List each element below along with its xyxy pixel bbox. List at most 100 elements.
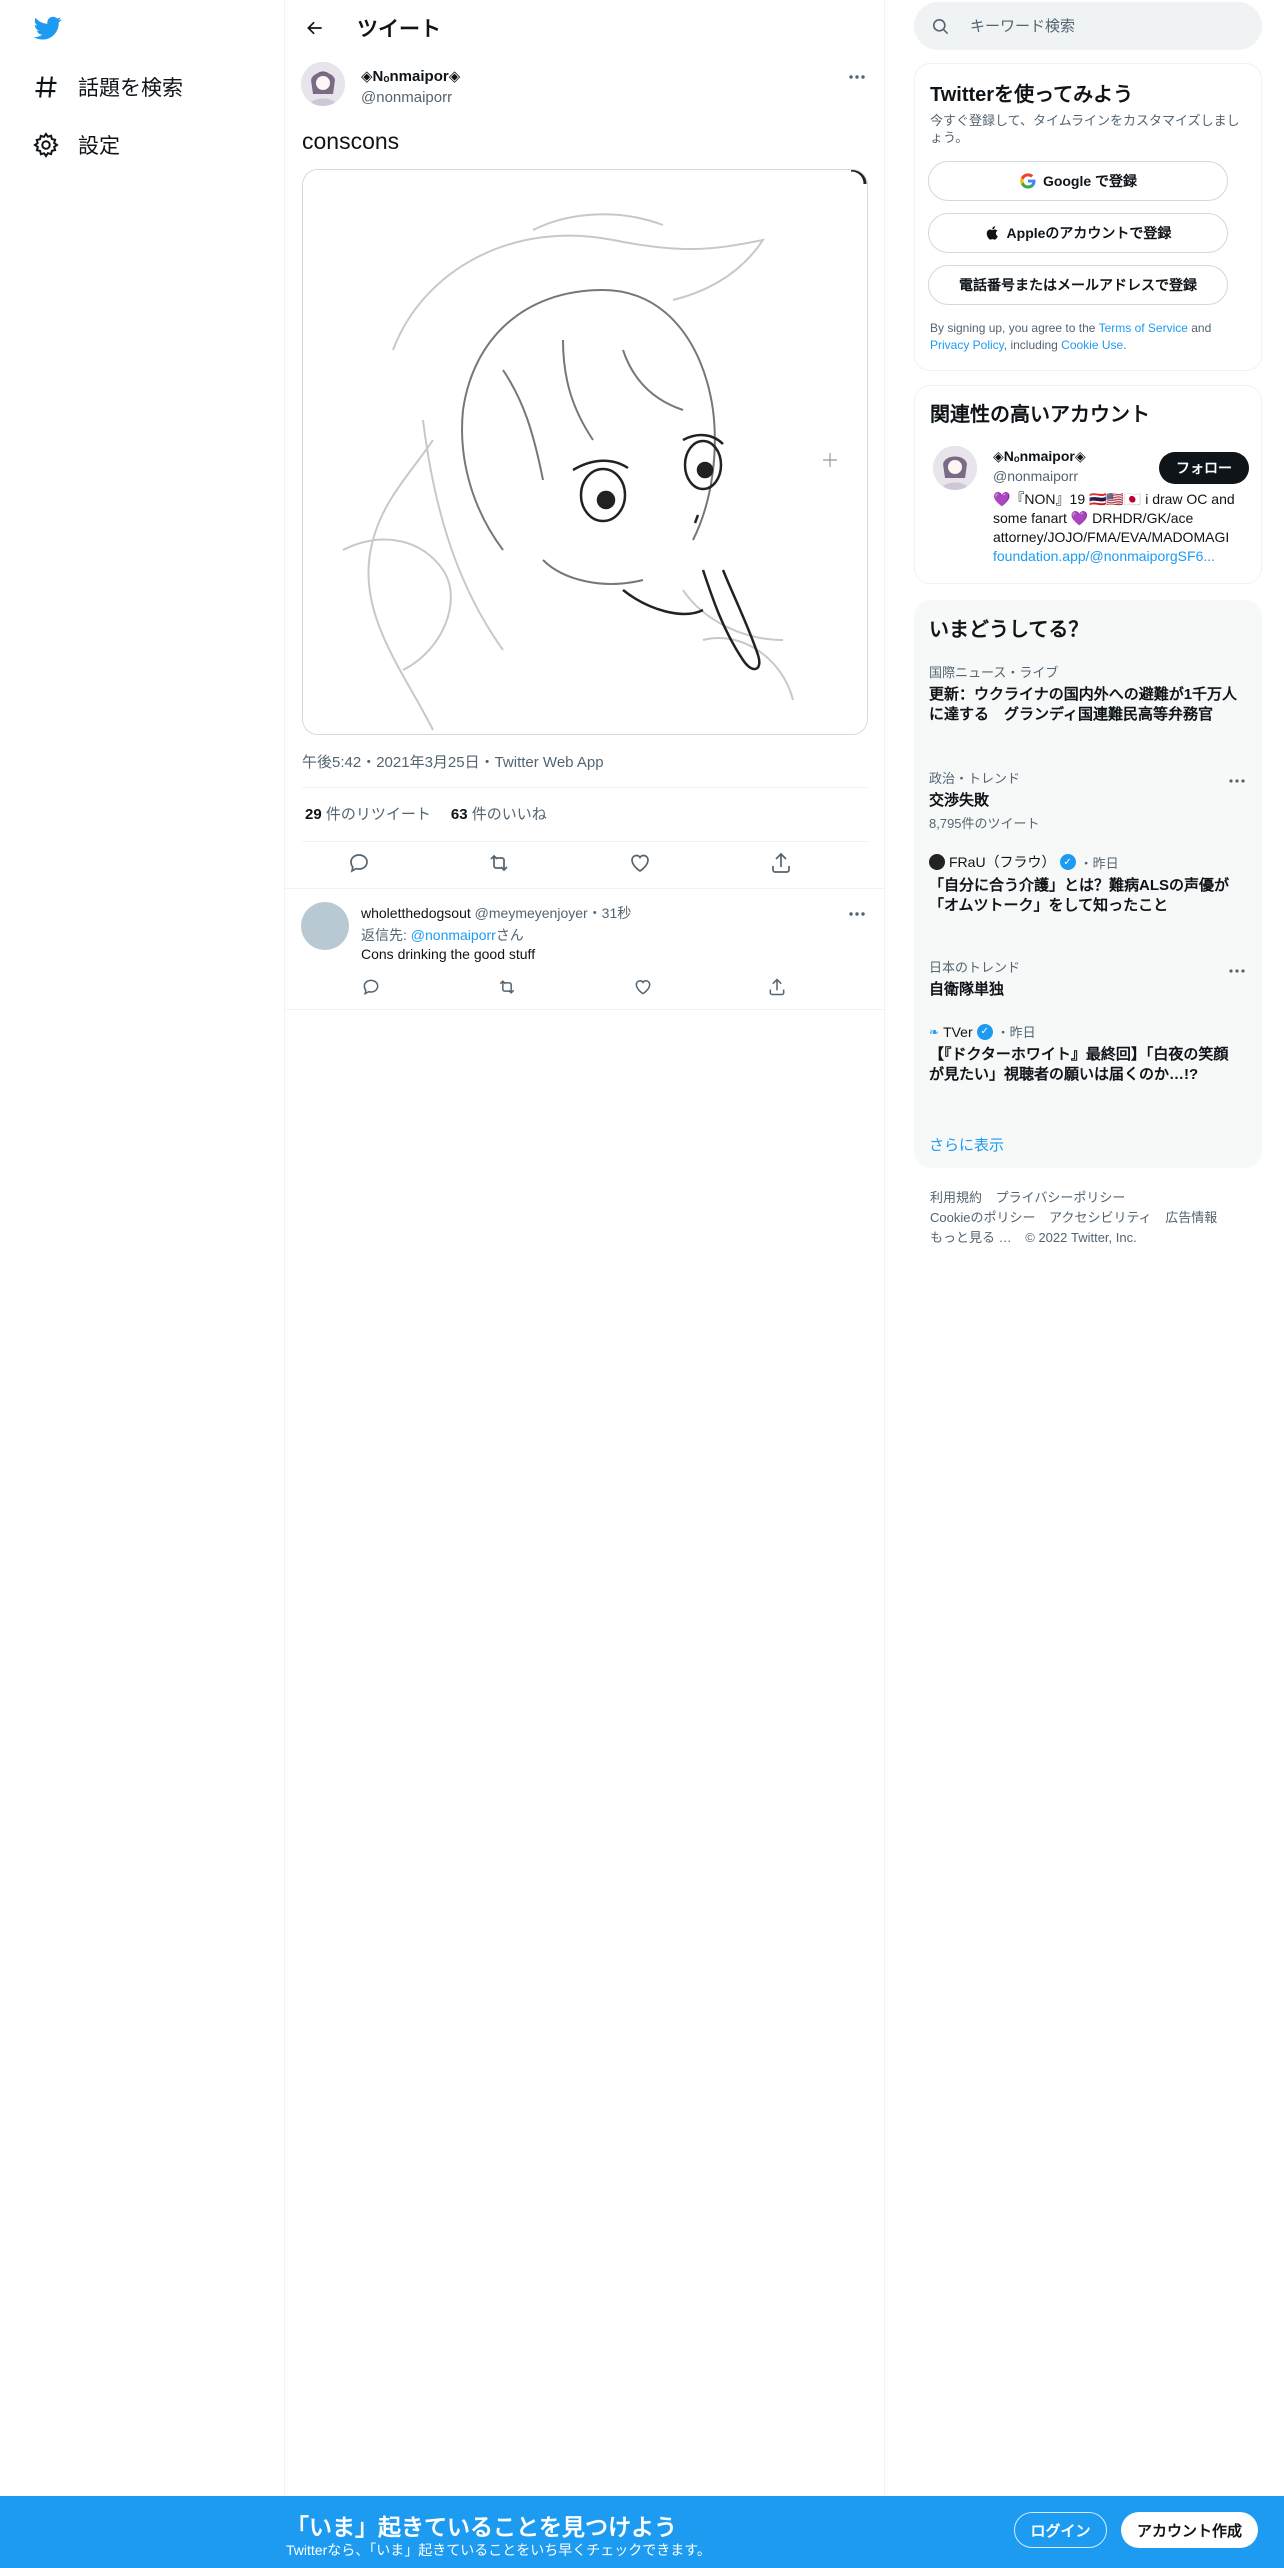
arrow-left-icon xyxy=(307,21,322,35)
apple-signup-label: Appleのアカウントで登録 xyxy=(1006,225,1172,241)
signup-banner: 「いま」起きていることを見つけよう Twitterなら、「いま」起きていることを… xyxy=(0,2496,1284,2568)
trend-item[interactable]: 政治・トレンド 交渉失敗 8,795件のツイート xyxy=(929,768,1239,832)
tweet-image[interactable] xyxy=(302,169,868,735)
footer-link-accessibility[interactable]: アクセシビリティ xyxy=(1049,1210,1152,1225)
reply-icon[interactable] xyxy=(347,851,371,875)
show-more-link[interactable]: さらに表示 xyxy=(929,1134,1004,1155)
more-options-icon[interactable] xyxy=(1226,960,1248,982)
trend-title: 更新：ウクライナの国内外への避難が1千万人に達する グランディ国連難民高等弁務官 xyxy=(929,686,1238,723)
phone-email-signup-button[interactable]: 電話番号またはメールアドレスで登録 xyxy=(928,265,1228,305)
google-signup-label: Google で登録 xyxy=(1042,173,1138,189)
nav-explore[interactable]: 話題を検索 xyxy=(32,67,183,107)
footer-link-terms[interactable]: 利用規約 xyxy=(930,1190,982,1205)
retweet-icon[interactable] xyxy=(487,851,511,875)
likes-label: 件のいいね xyxy=(471,806,547,823)
trend-item[interactable]: ❧ TVer ✓ ・昨日 【『ドクターホワイト』最終回】「白夜の笑顔が見たい」視… xyxy=(929,1022,1239,1085)
signup-title: Twitterを使ってみよう xyxy=(930,84,1134,106)
footer-link-ads[interactable]: 広告情報 xyxy=(1165,1210,1217,1225)
more-options-icon[interactable] xyxy=(846,903,868,925)
likes-stat[interactable]: 63 件のいいね xyxy=(451,803,547,824)
related-bio-link[interactable]: foundation.app/@nonmaiporgSF6... xyxy=(993,548,1215,564)
trend-title: 【『ドクターホワイト』最終回】「白夜の笑顔が見たい」視聴者の願いは届くのか…!? xyxy=(929,1046,1229,1083)
cookie-use-link[interactable]: Cookie Use xyxy=(1061,338,1123,352)
like-icon[interactable] xyxy=(633,977,653,997)
related-handle[interactable]: @nonmaiporr xyxy=(993,468,1078,484)
retweets-stat[interactable]: 29 件のリツイート xyxy=(305,803,431,824)
terms-of-service-link[interactable]: Terms of Service xyxy=(1099,321,1188,335)
footer-link-more[interactable]: もっと見る … xyxy=(930,1230,1012,1245)
author-name[interactable]: ◈Nₒnmaipor◈ xyxy=(361,67,460,85)
reply-author-handle[interactable]: @meymeyenjoyer xyxy=(475,905,588,921)
reply-icon[interactable] xyxy=(361,977,381,997)
privacy-policy-link[interactable]: Privacy Policy xyxy=(930,338,1004,352)
hashtag-icon xyxy=(32,73,60,101)
signup-card: Twitterを使ってみよう 今すぐ登録して、タイムラインをカスタマイズしましょ… xyxy=(914,63,1262,371)
banner-subtitle: Twitterなら、「いま」起きていることをいち早くチェックできます。 xyxy=(286,2542,711,2558)
trend-context: 政治・トレンド xyxy=(929,771,1021,786)
trends-card: いまどうしてる？ 国際ニュース・ライブ 更新：ウクライナの国内外への避難が1千万… xyxy=(914,600,1262,1168)
more-options-icon[interactable] xyxy=(846,66,868,88)
footer-link-privacy[interactable]: プライバシーポリシー xyxy=(996,1190,1126,1205)
reply-to-prefix: 返信先: xyxy=(361,927,411,943)
back-button[interactable] xyxy=(299,12,331,44)
trend-item[interactable]: FRaU（フラウ） ✓ ・昨日 「自分に合う介護」とは？難病ALSの声優が「オム… xyxy=(929,852,1239,916)
google-signup-button[interactable]: Google で登録 xyxy=(928,161,1228,201)
footer-link-cookies[interactable]: Cookieのポリシー xyxy=(930,1210,1035,1225)
trend-title: 自衛隊単独 xyxy=(929,981,1005,998)
reply-tweet[interactable]: wholetthedogsout @meymeyenjoyer・31秒 返信先:… xyxy=(285,888,884,1010)
author-handle[interactable]: @nonmaiporr xyxy=(361,89,452,106)
nav-settings-label: 設定 xyxy=(78,135,120,158)
trend-source: FRaU（フラウ） ✓ ・昨日 xyxy=(929,852,1239,872)
reply-time[interactable]: ・31秒 xyxy=(588,905,632,921)
trend-item[interactable]: 日本のトレンド 自衛隊単独 xyxy=(929,957,1239,1000)
likes-count: 63 xyxy=(450,806,468,823)
terms-text-1: By signing up, you agree to the xyxy=(930,321,1099,335)
related-accounts-card: 関連性の高いアカウント ◈Nₒnmaipor◈ @nonmaiporr フォロー… xyxy=(914,385,1262,584)
follow-button[interactable]: フォロー xyxy=(1159,452,1249,484)
tweet-timestamp[interactable]: 午後5:42・2021年3月25日・Twitter Web App xyxy=(302,751,604,772)
trend-context: 国際ニュース・ライブ xyxy=(929,665,1059,680)
share-icon[interactable] xyxy=(769,851,793,875)
nav-settings[interactable]: 設定 xyxy=(32,125,120,165)
retweets-label: 件のリツイート xyxy=(325,806,431,823)
apple-icon xyxy=(986,226,998,240)
left-sidebar: 話題を検索 設定 xyxy=(0,0,285,2496)
reply-to-suffix: さん xyxy=(495,927,524,943)
trend-time: ・昨日 xyxy=(1079,855,1119,871)
frau-logo-icon xyxy=(929,854,945,870)
verified-badge-icon: ✓ xyxy=(1059,854,1076,870)
reply-to-handle[interactable]: @nonmaiporr xyxy=(411,927,496,943)
terms-text-4: . xyxy=(1123,338,1127,352)
reply-to-line: 返信先: @nonmaiporrさん xyxy=(361,925,524,945)
reply-actions xyxy=(361,977,785,999)
author-avatar[interactable] xyxy=(301,62,345,106)
related-avatar[interactable] xyxy=(933,446,977,490)
trend-source-name: TVer xyxy=(943,1023,973,1040)
divider xyxy=(302,787,868,788)
retweets-count: 29 xyxy=(305,806,322,823)
trends-title: いまどうしてる？ xyxy=(929,619,1089,641)
more-options-icon[interactable] xyxy=(1226,770,1248,792)
search-bar[interactable] xyxy=(914,2,1262,50)
create-account-button[interactable]: アカウント作成 xyxy=(1121,2512,1258,2548)
reply-avatar[interactable] xyxy=(301,902,349,950)
like-icon[interactable] xyxy=(628,851,652,875)
trend-title: 交渉失敗 xyxy=(929,792,990,809)
login-button[interactable]: ログイン xyxy=(1014,2512,1107,2548)
signup-subtitle: 今すぐ登録して、タイムラインをカスタマイズしましょう。 xyxy=(930,113,1240,145)
trend-source-name: FRaU（フラウ） xyxy=(949,854,1056,870)
related-name[interactable]: ◈Nₒnmaipor◈ xyxy=(993,448,1086,465)
search-input[interactable] xyxy=(970,14,1240,38)
tweet-text: conscons xyxy=(302,128,400,154)
trend-item[interactable]: 国際ニュース・ライブ 更新：ウクライナの国内外への避難が1千万人に達する グラン… xyxy=(929,662,1239,725)
related-bio-text: 💜『NON』19 🇹🇭🇺🇸🇯🇵 i draw OC and some fanar… xyxy=(993,491,1235,545)
apple-signup-button[interactable]: Appleのアカウントで登録 xyxy=(928,213,1228,253)
reply-author-name[interactable]: wholetthedogsout xyxy=(361,905,471,921)
sketch-illustration xyxy=(303,170,867,734)
share-icon[interactable] xyxy=(767,977,787,997)
retweet-icon[interactable] xyxy=(497,977,517,997)
twitter-bird-icon[interactable] xyxy=(32,14,64,42)
verified-badge-icon: ✓ xyxy=(976,1023,993,1040)
banner-title: 「いま」起きていることを見つけよう xyxy=(286,2514,677,2540)
terms-text-2: and xyxy=(1187,321,1212,335)
